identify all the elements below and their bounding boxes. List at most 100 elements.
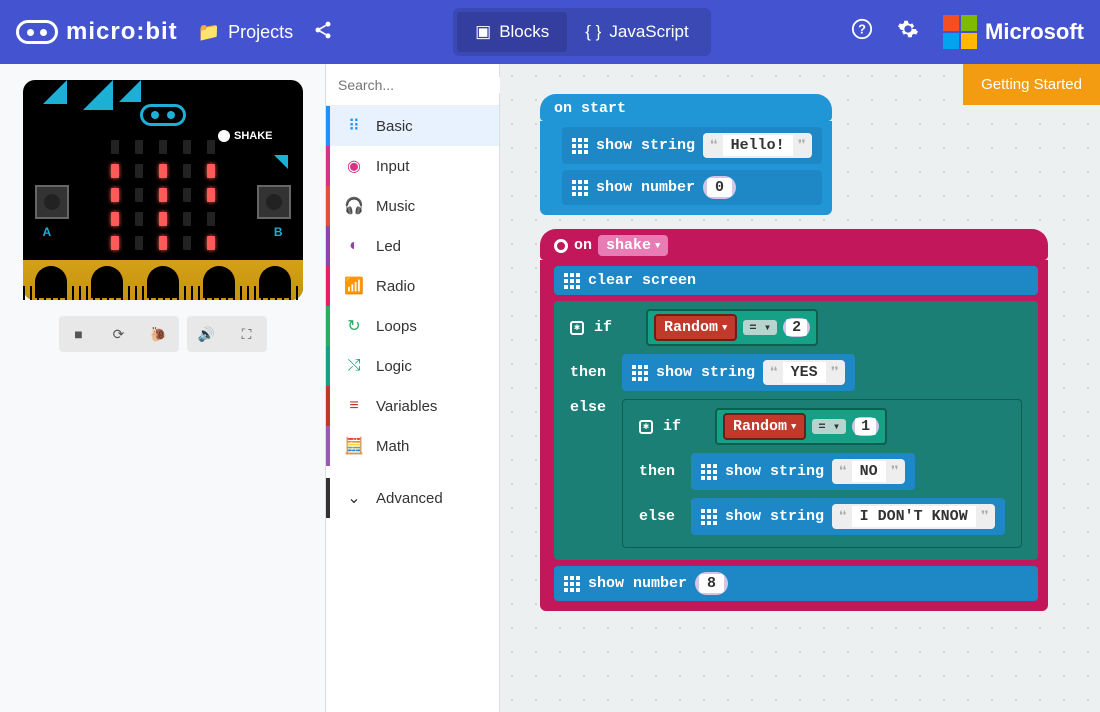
pin-1[interactable]: 1: [91, 266, 123, 298]
restart-button[interactable]: ⟳: [99, 316, 139, 352]
slowmo-button[interactable]: 🐌: [139, 316, 179, 352]
operator-dropdown[interactable]: = ▾: [812, 419, 846, 434]
show-string-yes[interactable]: show string ❝YES❞: [622, 354, 855, 391]
variable-random[interactable]: Random▼: [723, 413, 806, 440]
led-display: [111, 140, 215, 250]
loop-icon: ↻: [344, 316, 364, 336]
gear-icon[interactable]: ✱: [639, 420, 653, 434]
microbit-logo-icon: [16, 20, 58, 44]
on-start-body: show string ❝Hello!❞ show number 0: [540, 121, 832, 215]
number-slot[interactable]: 0: [703, 176, 736, 199]
simulator-panel: SHAKE A B 0 1 2 3V GND: [0, 64, 325, 712]
gesture-dropdown[interactable]: shake▼: [598, 235, 668, 256]
string-slot[interactable]: ❝YES❞: [763, 360, 845, 385]
show-number-8-block[interactable]: show number 8: [554, 566, 1038, 601]
ring-icon: [554, 239, 568, 253]
pin-0[interactable]: 0: [35, 266, 67, 298]
label-a: A: [43, 225, 52, 239]
label-b: B: [274, 225, 283, 239]
topbar: micro:bit 📁 Projects ▣ Blocks { } JavaSc…: [0, 0, 1100, 64]
b-triangle-icon: [274, 155, 288, 169]
headphones-icon: 🎧: [344, 196, 364, 216]
show-string-no[interactable]: show string ❝NO❞: [691, 453, 915, 490]
list-icon: ≡: [344, 397, 364, 415]
category-advanced[interactable]: ⌄Advanced: [326, 478, 499, 518]
blocks-icon: ▣: [475, 22, 491, 42]
on-shake-hat[interactable]: on shake▼: [540, 229, 1048, 260]
search-input[interactable]: [338, 77, 519, 93]
microsoft-logo[interactable]: Microsoft: [943, 15, 1084, 49]
pin-gnd[interactable]: GND: [259, 266, 291, 298]
grid-icon: ⠿: [344, 116, 364, 136]
topbar-right: ? Microsoft: [851, 15, 1084, 49]
number-input[interactable]: 1: [852, 417, 879, 436]
stop-button[interactable]: ■: [59, 316, 99, 352]
pin-3v[interactable]: 3V: [203, 266, 235, 298]
on-shake-stack[interactable]: on shake▼ clear screen ✱ if Random▼ = ▾: [540, 229, 1048, 611]
on-start-hat[interactable]: on start: [540, 94, 832, 121]
folder-icon: 📁: [198, 22, 220, 43]
chevron-down-icon: ⌄: [344, 488, 364, 508]
if-block-outer[interactable]: ✱ if Random▼ = ▾ 2 then show string: [554, 301, 1038, 560]
category-radio[interactable]: 📶Radio: [326, 266, 499, 306]
category-input[interactable]: ◉Input: [326, 146, 499, 186]
button-a[interactable]: [35, 185, 69, 219]
equals-operator[interactable]: Random▼ = ▾ 1: [715, 408, 887, 445]
button-b[interactable]: [257, 185, 291, 219]
share-button[interactable]: [313, 20, 333, 45]
tab-blocks[interactable]: ▣ Blocks: [457, 12, 567, 52]
string-slot[interactable]: ❝I DON'T KNOW❞: [832, 504, 995, 529]
shake-label[interactable]: SHAKE: [218, 130, 273, 142]
edge-pins: 0 1 2 3V GND: [23, 260, 303, 300]
fullscreen-button[interactable]: ⛶: [227, 316, 267, 352]
blocks-canvas[interactable]: Getting Started on start show string ❝He…: [500, 64, 1100, 712]
number-input[interactable]: 2: [783, 318, 810, 337]
show-string-block[interactable]: show string ❝Hello!❞: [562, 127, 822, 164]
signal-icon: 📶: [344, 276, 364, 296]
category-panel: 🔍 ⠿Basic ◉Input 🎧Music ◐Led 📶Radio ↻Loop…: [325, 64, 500, 712]
projects-button[interactable]: 📁 Projects: [198, 22, 293, 43]
share-icon: [313, 20, 333, 45]
grid-icon: [572, 138, 588, 154]
board-decoration: [119, 80, 141, 102]
gear-icon[interactable]: ✱: [570, 321, 584, 335]
pin-2[interactable]: 2: [147, 266, 179, 298]
brand-text: micro:bit: [66, 18, 178, 46]
category-logic[interactable]: ⤭Logic: [326, 346, 499, 386]
category-variables[interactable]: ≡Variables: [326, 386, 499, 426]
variable-random[interactable]: Random▼: [654, 314, 737, 341]
shuffle-icon: ⤭: [344, 357, 364, 375]
category-basic[interactable]: ⠿Basic: [326, 106, 499, 146]
string-slot[interactable]: ❝Hello!❞: [703, 133, 812, 158]
number-slot[interactable]: 8: [695, 572, 728, 595]
editor-tabs: ▣ Blocks { } JavaScript: [453, 8, 711, 56]
search-box: 🔍: [326, 64, 499, 106]
tab-javascript[interactable]: { } JavaScript: [567, 12, 706, 52]
equals-operator[interactable]: Random▼ = ▾ 2: [646, 309, 818, 346]
settings-button[interactable]: [897, 18, 919, 46]
operator-dropdown[interactable]: = ▾: [743, 320, 777, 335]
logo[interactable]: micro:bit: [16, 18, 178, 46]
board-decoration: [83, 80, 113, 110]
microbit-board[interactable]: SHAKE A B 0 1 2 3V GND: [23, 80, 303, 300]
main-area: SHAKE A B 0 1 2 3V GND: [0, 64, 1100, 712]
svg-text:?: ?: [858, 22, 866, 37]
getting-started-button[interactable]: Getting Started: [963, 64, 1100, 105]
grid-icon: [564, 576, 580, 592]
simulator-controls: ■ ⟳ 🐌 🔊 ⛶: [16, 316, 309, 352]
grid-icon: [701, 509, 717, 525]
category-math[interactable]: 🧮Math: [326, 426, 499, 466]
category-led[interactable]: ◐Led: [326, 226, 499, 266]
category-loops[interactable]: ↻Loops: [326, 306, 499, 346]
grid-icon: [701, 464, 717, 480]
show-number-block[interactable]: show number 0: [562, 170, 822, 205]
string-slot[interactable]: ❝NO❞: [832, 459, 905, 484]
if-block-inner[interactable]: ✱ if Random▼ = ▾ 1 then: [622, 399, 1022, 548]
help-button[interactable]: ?: [851, 18, 873, 46]
mute-button[interactable]: 🔊: [187, 316, 227, 352]
category-music[interactable]: 🎧Music: [326, 186, 499, 226]
ms-squares-icon: [943, 15, 977, 49]
clear-screen-block[interactable]: clear screen: [554, 266, 1038, 295]
on-start-stack[interactable]: on start show string ❝Hello!❞ show numbe…: [540, 94, 832, 215]
show-string-idk[interactable]: show string ❝I DON'T KNOW❞: [691, 498, 1005, 535]
